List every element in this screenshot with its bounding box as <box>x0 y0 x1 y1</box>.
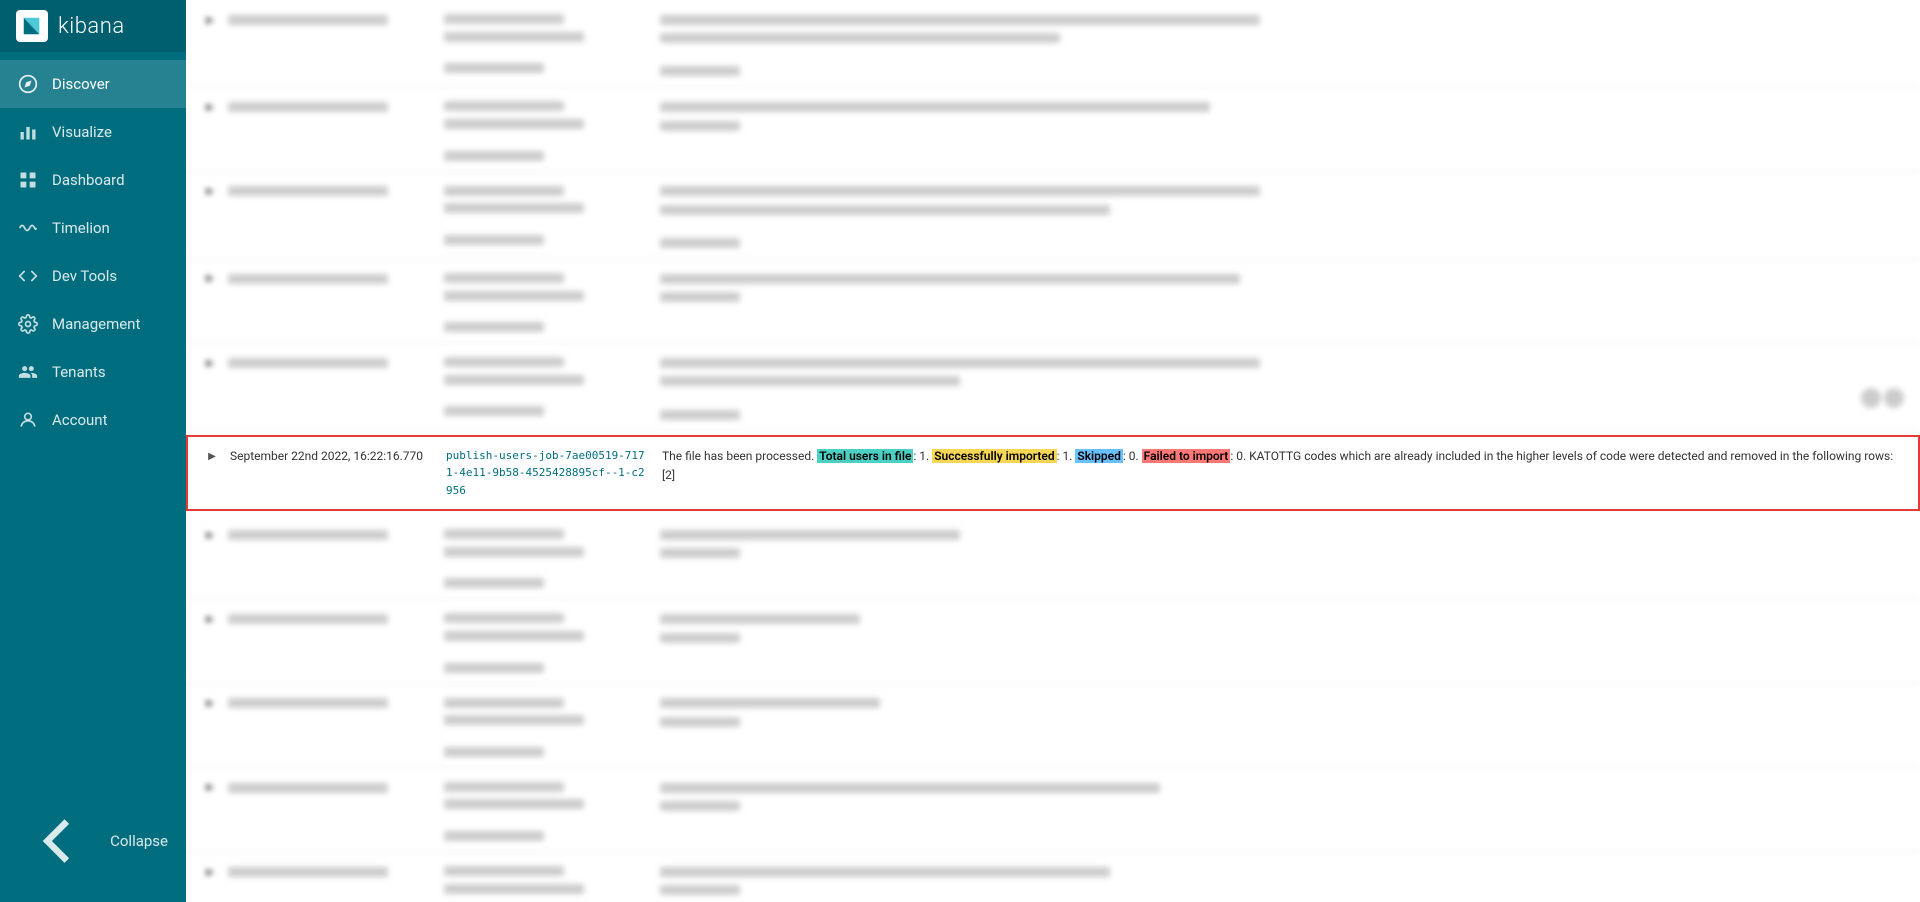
sidebar-item-timelion[interactable]: Timelion <box>0 204 186 252</box>
sidebar: kibana Discover Visualize <box>0 0 186 902</box>
gear-icon <box>18 314 38 334</box>
log-entry-blurred-1: ▶ <box>186 0 1920 87</box>
logo-area[interactable]: kibana <box>0 0 186 52</box>
highlight-failed-to-import: Failed to import <box>1142 449 1231 463</box>
highlight-successfully-imported: Successfully imported <box>932 449 1056 463</box>
sidebar-item-dashboard-label: Dashboard <box>52 171 125 189</box>
sidebar-item-management-label: Management <box>52 315 140 333</box>
wave-icon <box>18 218 38 238</box>
tenants-icon <box>18 362 38 382</box>
log-timestamp: September 22nd 2022, 16:22:16.770 <box>230 447 430 465</box>
log-expand-toggle[interactable]: ▶ <box>204 449 220 465</box>
sidebar-item-discover-label: Discover <box>52 75 110 93</box>
log-message-highlighted: The file has been processed. Total users… <box>662 447 1902 485</box>
kibana-logo-icon <box>16 10 48 42</box>
highlight-total-users: Total users in file <box>817 449 913 463</box>
bar-chart-icon <box>18 122 38 142</box>
log-entry-blurred-3: ▶ <box>186 172 1920 259</box>
log-source: publish-users-job-7ae00519-7171-4e11-9b5… <box>446 447 646 500</box>
code-icon <box>18 266 38 286</box>
log-entry-blurred-8: ▶ <box>186 684 1920 768</box>
log-message-prefix: The file has been processed. <box>662 449 817 463</box>
log-segment1-value: : 1. <box>913 449 932 463</box>
log-entry-blurred-7: ▶ <box>186 599 1920 683</box>
sidebar-item-devtools[interactable]: Dev Tools <box>0 252 186 300</box>
collapse-icon <box>18 802 96 880</box>
sidebar-item-management[interactable]: Management <box>0 300 186 348</box>
sidebar-item-tenants[interactable]: Tenants <box>0 348 186 396</box>
log-entry-blurred-5: ▶ <box>186 343 1920 430</box>
compass-icon <box>18 74 38 94</box>
sidebar-item-discover[interactable]: Discover <box>0 60 186 108</box>
sidebar-item-account[interactable]: Account <box>0 396 186 444</box>
log-segment2-value: : 1. <box>1057 449 1076 463</box>
grid-icon <box>18 170 38 190</box>
sidebar-item-account-label: Account <box>52 411 108 429</box>
log-source-text: publish-users-job-7ae00519-7171-4e11-9b5… <box>446 449 645 497</box>
log-entry-blurred-2: ▶ <box>186 87 1920 171</box>
sidebar-nav: Discover Visualize Dashboard <box>0 52 186 788</box>
log-entry-highlighted: ▶ September 22nd 2022, 16:22:16.770 publ… <box>186 435 1920 512</box>
sidebar-item-tenants-label: Tenants <box>52 363 106 381</box>
log-entry-blurred-4: ▶ <box>186 259 1920 343</box>
log-segment3-value: : 0. <box>1123 449 1142 463</box>
user-circle-icon <box>18 410 38 430</box>
sidebar-item-devtools-label: Dev Tools <box>52 267 117 285</box>
highlight-skipped: Skipped <box>1075 449 1123 463</box>
log-entry-blurred-10: ▶ <box>186 852 1920 902</box>
sidebar-item-visualize-label: Visualize <box>52 123 112 141</box>
log-entry-blurred-9: ▶ <box>186 768 1920 852</box>
sidebar-item-visualize[interactable]: Visualize <box>0 108 186 156</box>
kibana-logo-text: kibana <box>58 14 125 39</box>
sidebar-item-timelion-label: Timelion <box>52 219 110 237</box>
collapse-button[interactable]: Collapse <box>0 788 186 894</box>
sidebar-bottom: Collapse <box>0 788 186 902</box>
collapse-label: Collapse <box>110 832 168 850</box>
log-entry-blurred-6: ▶ <box>186 515 1920 599</box>
main-content: ▶ ▶ <box>186 0 1920 902</box>
sidebar-item-dashboard[interactable]: Dashboard <box>0 156 186 204</box>
log-list: ▶ ▶ <box>186 0 1920 902</box>
